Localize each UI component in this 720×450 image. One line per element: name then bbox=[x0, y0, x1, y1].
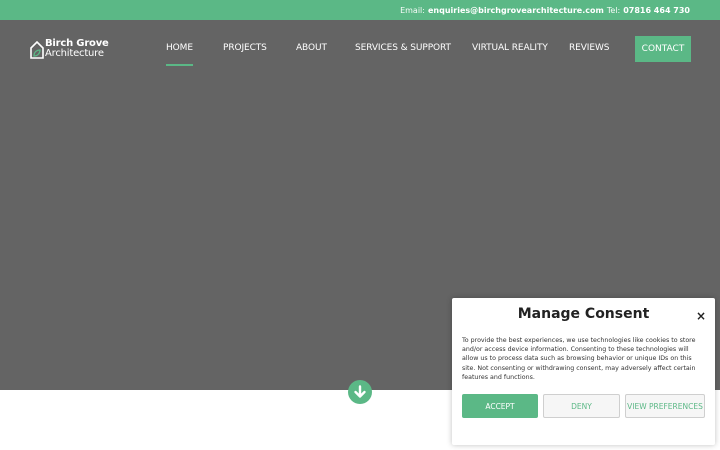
nav-services-support[interactable]: SERVICES & SUPPORT bbox=[355, 43, 451, 53]
accept-button[interactable]: ACCEPT bbox=[462, 394, 538, 418]
nav-virtual-reality[interactable]: VIRTUAL REALITY bbox=[472, 43, 548, 53]
nav-reviews[interactable]: REVIEWS bbox=[569, 43, 609, 53]
deny-button[interactable]: DENY bbox=[543, 394, 620, 418]
top-contact-bar: Email: enquiries@birchgrovearchitecture.… bbox=[0, 0, 720, 20]
consent-text: To provide the best experiences, we use … bbox=[462, 337, 696, 381]
view-preferences-button[interactable]: VIEW PREFERENCES bbox=[625, 394, 705, 418]
phone-link[interactable]: 07816 464 730 bbox=[623, 6, 690, 15]
close-icon[interactable]: × bbox=[696, 310, 706, 322]
nav-home[interactable]: HOME bbox=[166, 43, 193, 66]
arrow-down-icon bbox=[354, 385, 366, 398]
nav-about[interactable]: ABOUT bbox=[296, 43, 327, 53]
contact-button[interactable]: CONTACT bbox=[635, 36, 691, 62]
email-link[interactable]: enquiries@birchgrovearchitecture.com bbox=[428, 6, 604, 15]
consent-dialog: Manage Consent × To provide the best exp… bbox=[452, 298, 715, 445]
nav-projects[interactable]: PROJECTS bbox=[223, 43, 267, 53]
consent-title: Manage Consent bbox=[517, 306, 650, 322]
scroll-down-button[interactable] bbox=[348, 380, 372, 404]
email-label: Email: bbox=[400, 5, 425, 15]
tel-label: Tel: bbox=[606, 5, 621, 15]
main-nav: HOME PROJECTS ABOUT SERVICES & SUPPORT V… bbox=[0, 36, 720, 66]
